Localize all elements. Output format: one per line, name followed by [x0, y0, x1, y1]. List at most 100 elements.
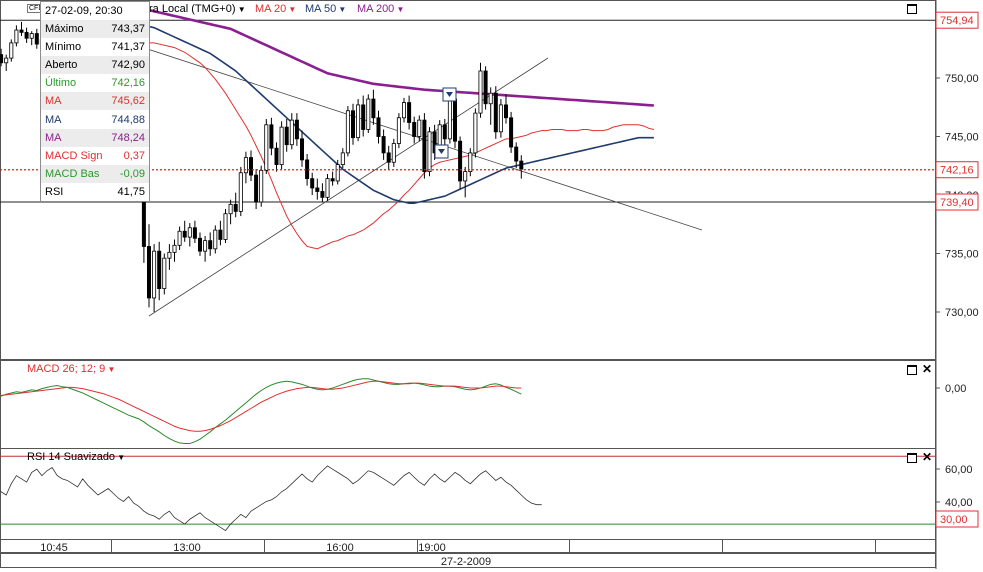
candle-body [422, 119, 427, 173]
candle [29, 31, 34, 46]
candle-body [519, 160, 524, 170]
tooltip-label: RSI [45, 185, 64, 198]
rsi-close-icon[interactable]: ✕ [922, 451, 932, 463]
candle-body [463, 171, 468, 182]
candle-body [233, 203, 238, 212]
tooltip-label: Mínimo [45, 41, 82, 54]
candle-body [243, 157, 248, 174]
rsi-polyline [0, 465, 542, 532]
candle-body [299, 138, 304, 161]
tooltip-value: 0,37 [123, 149, 145, 162]
candle [407, 95, 412, 130]
alert-marker[interactable] [434, 144, 449, 159]
candle-body [376, 117, 381, 137]
data-tooltip: 27-02-09, 20:30 Máximo 743,37 Mínimo 741,37… [40, 1, 150, 202]
candle [514, 142, 519, 169]
candle [427, 127, 432, 177]
macd-maximize-button[interactable] [907, 365, 917, 375]
candle-body [458, 140, 463, 182]
candle [366, 94, 371, 133]
candle [14, 25, 19, 47]
candle-body [203, 240, 208, 252]
alert-marker[interactable] [442, 87, 457, 102]
tooltip-row: Máximo 743,37 [41, 20, 149, 39]
candle-body [381, 136, 386, 154]
macd-tick: 0,00 [945, 383, 966, 395]
tooltip-row: MA 748,24 [41, 128, 149, 147]
date-label: 27-2-2009 [441, 556, 491, 568]
candle-body [34, 33, 39, 45]
candle-body [473, 112, 478, 154]
candle [386, 145, 391, 170]
tooltip-value: 742,16 [111, 77, 145, 90]
candle-body [488, 92, 493, 105]
candle-body [503, 104, 508, 119]
tooltip-row: MACD Bas -0,09 [41, 164, 149, 183]
candle [381, 129, 386, 160]
candle [320, 183, 325, 203]
price-flag: 739,40 [940, 197, 974, 209]
candle [233, 192, 238, 218]
trend-line-rising [148, 57, 549, 317]
candle [325, 173, 330, 201]
candle [259, 165, 264, 207]
time-tick: 13:00 [173, 542, 201, 554]
tooltip-row: Aberto 742,90 [41, 56, 149, 75]
timezone-label[interactable]: ra Local (TMG+0) ▼ [149, 3, 246, 15]
time-tick: 16:00 [326, 542, 354, 554]
candle [468, 148, 473, 177]
candle-body [310, 178, 315, 189]
candle-body [259, 170, 264, 203]
candle-body [468, 152, 473, 173]
maximize-button[interactable] [907, 4, 917, 14]
candle-body [366, 98, 371, 130]
ma20-selector[interactable]: MA 20 ▼ [255, 3, 296, 15]
macd-title[interactable]: MACD 26; 12; 9 ▼ [27, 363, 115, 375]
candle [192, 220, 197, 243]
candle-body [254, 174, 259, 203]
candle [376, 110, 381, 144]
candle-body [330, 178, 335, 182]
candle [172, 239, 177, 262]
candle-body [345, 110, 350, 154]
candle-body [4, 57, 9, 64]
candle-body [197, 237, 202, 252]
tooltip-value: 745,62 [111, 95, 145, 108]
candle [493, 86, 498, 139]
tooltip-row: Último 742,16 [41, 74, 149, 92]
macd-close-icon[interactable]: ✕ [922, 363, 932, 375]
candle [24, 27, 29, 43]
rsi-maximize-button[interactable] [907, 453, 917, 463]
candle [519, 155, 524, 179]
candle-body [213, 229, 218, 250]
candle-body [371, 98, 376, 119]
candle [361, 95, 366, 137]
candle [213, 225, 218, 254]
candle-body [0, 54, 4, 64]
price-tick: 745,00 [945, 132, 979, 144]
rsi-title[interactable]: RSI 14 Suavizado ▼ [27, 451, 125, 463]
rsi-tick: 40,00 [945, 497, 973, 509]
tooltip-datetime: 27-02-09, 20:30 [45, 5, 123, 17]
ma50-selector[interactable]: MA 50 ▼ [305, 3, 346, 15]
candle-body [289, 119, 294, 146]
candle-body [146, 246, 151, 299]
chevron-down-icon: ▼ [115, 453, 126, 462]
ma200-selector[interactable]: MA 200 ▼ [357, 3, 404, 15]
candle [503, 94, 508, 124]
trend-line-falling [119, 39, 703, 231]
candle [182, 220, 187, 242]
candle-body [162, 257, 167, 289]
candle-body [417, 119, 422, 137]
candle-body [412, 122, 417, 137]
macd-lines [0, 378, 522, 445]
candle-body [152, 250, 157, 299]
candle-body [284, 126, 289, 146]
candle [284, 118, 289, 152]
candle-body [192, 227, 197, 239]
time-tick: 10:45 [40, 542, 68, 554]
price-flags: 754,94 742,16 739,40 [935, 11, 979, 211]
candle [228, 199, 233, 225]
rsi-tick: 60,00 [945, 464, 973, 476]
candle-body [218, 229, 223, 240]
